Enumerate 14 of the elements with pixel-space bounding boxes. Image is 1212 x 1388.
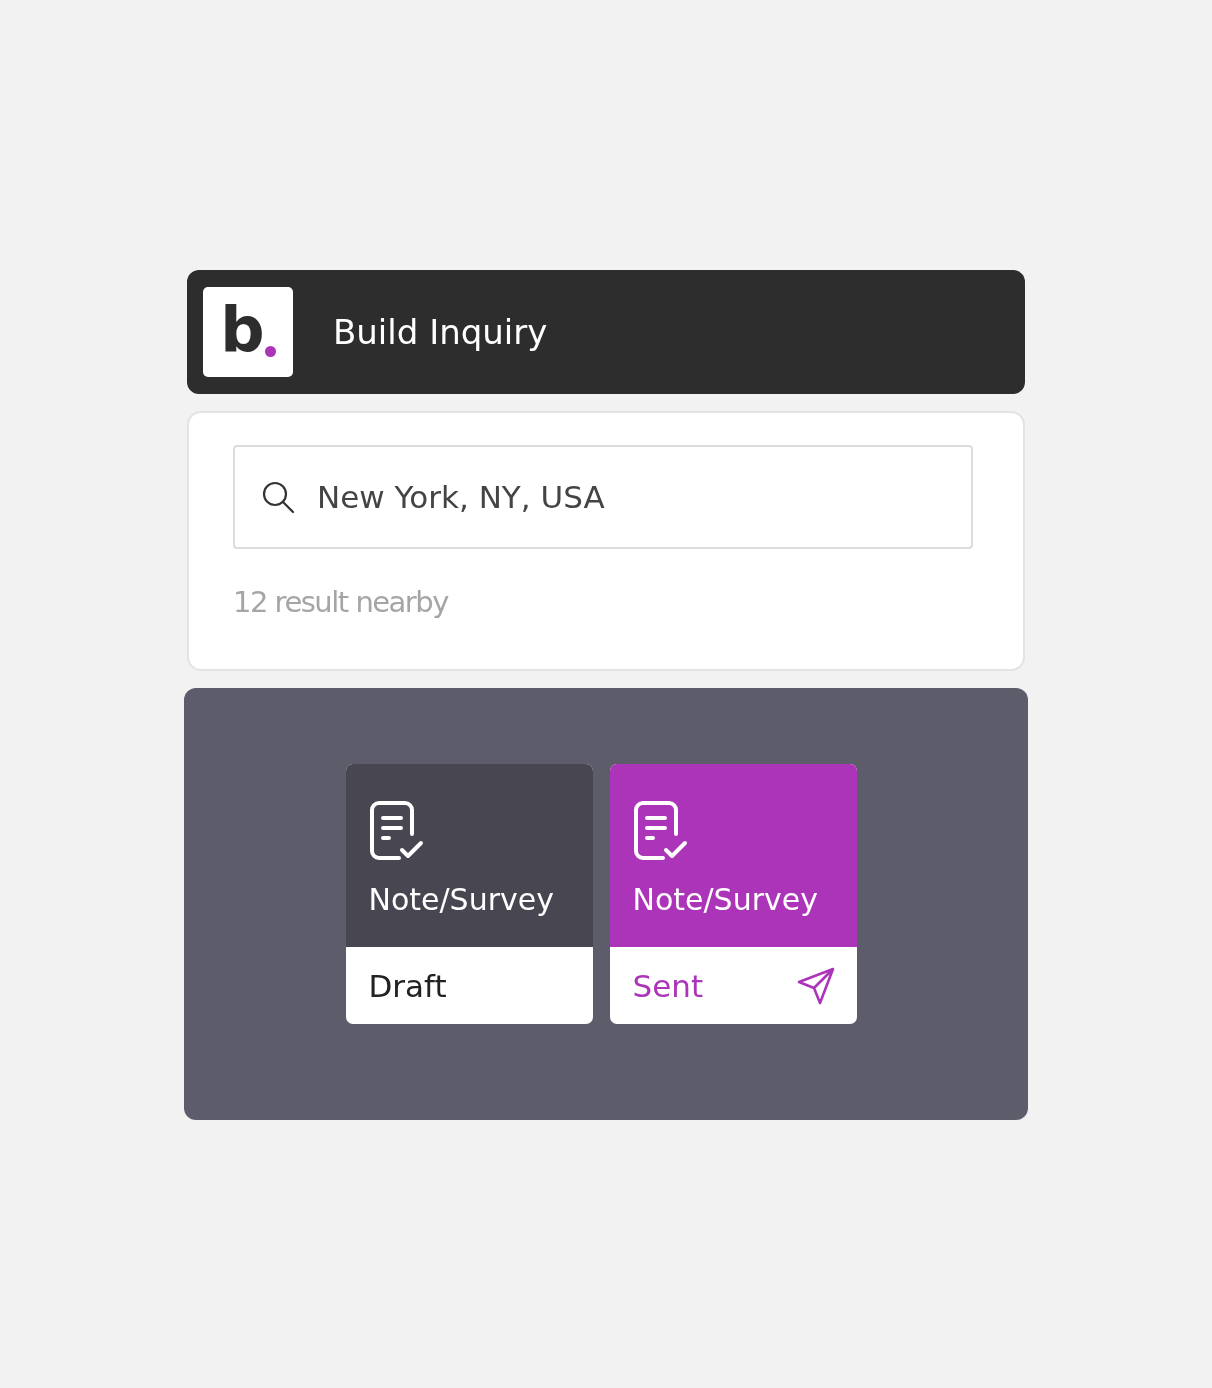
document-check-icon [368,800,425,862]
logo-dot-icon [264,346,276,357]
send-icon [796,966,835,1005]
card-status: Sent [632,967,704,1004]
card-title: Note/Survey [368,882,554,917]
document-check-icon [632,800,689,862]
survey-card[interactable]: Note/Survey Sent [609,764,857,1024]
card-title: Note/Survey [632,882,818,917]
survey-card[interactable]: Note/Survey Draft [345,764,593,1024]
logo-letter: b [220,299,263,361]
result-count: 12 result nearby [233,585,450,619]
app-title: Build Inquiry [333,312,548,352]
card-status: Draft [368,967,447,1004]
search-field[interactable]: New York, NY, USA [233,445,973,549]
